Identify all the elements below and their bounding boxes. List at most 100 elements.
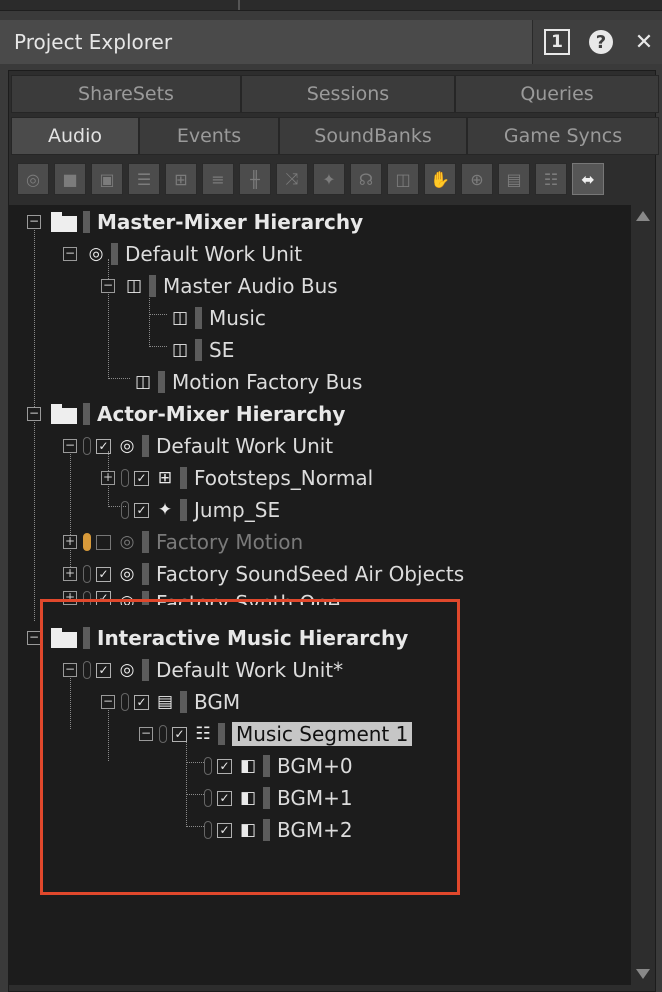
sequence-container-icon[interactable]: ≡ <box>202 163 234 195</box>
include-checkbox[interactable]: ✓ <box>134 470 149 486</box>
tree-label: Default Work Unit <box>156 434 334 458</box>
tree-label: Default Work Unit <box>125 242 303 266</box>
color-bar <box>180 499 187 521</box>
top-strip-divider <box>238 0 240 10</box>
link-icon <box>83 565 91 583</box>
scroll-up-arrow-icon[interactable] <box>636 211 650 221</box>
title-bar: Project Explorer 1 ? ✕ <box>0 20 662 64</box>
bus-icon[interactable]: ◫ <box>387 163 419 195</box>
tree-row-factory-soundseed[interactable]: + ✓ ◎ Factory SoundSeed Air Objects <box>63 559 464 589</box>
link-icon <box>121 469 129 487</box>
tree-row-se[interactable]: ◫ SE <box>167 335 234 365</box>
color-bar <box>142 435 149 457</box>
create-toolbar: ◎ ■ ▣ ☰ ⊞ ≡ ╫ ⤨ ✦ ☊ ◫ ✋ ⊕ ▤ ☷ ⬌ <box>17 163 629 197</box>
switch-container-icon[interactable]: ☰ <box>128 163 160 195</box>
include-checkbox[interactable]: ✓ <box>134 502 149 518</box>
vertical-scrollbar[interactable] <box>633 205 653 985</box>
color-bar <box>195 339 202 361</box>
tab-audio[interactable]: Audio <box>11 117 139 155</box>
bus-icon: ◫ <box>134 372 152 392</box>
tab-events[interactable]: Events <box>139 117 279 155</box>
tree-guide <box>149 314 167 315</box>
random-container-icon: ⊞ <box>157 468 173 488</box>
link-icon <box>83 533 91 551</box>
shuffle-icon[interactable]: ⤨ <box>276 163 308 195</box>
music-switch-icon[interactable]: ⊕ <box>461 163 493 195</box>
work-unit-icon: ◎ <box>119 564 135 584</box>
tree-label: SE <box>209 338 235 362</box>
panel-title-tab[interactable]: Project Explorer <box>0 20 533 64</box>
pin-number-icon: 1 <box>544 29 570 55</box>
color-bar <box>180 467 187 489</box>
tab-game-syncs[interactable]: Game Syncs <box>467 117 659 155</box>
tree-label: Factory Motion <box>156 530 304 554</box>
highlight-box <box>40 599 460 895</box>
collapse-toggle[interactable]: − <box>101 279 115 293</box>
tree-row-mm-default-work-unit[interactable]: − ◎ Default Work Unit <box>63 239 302 269</box>
tab-queries[interactable]: Queries <box>455 75 659 113</box>
tree-guide <box>149 346 167 347</box>
tree-row-motion-factory-bus[interactable]: ◫ Motion Factory Bus <box>130 367 362 397</box>
blend-container-icon[interactable]: ╫ <box>239 163 271 195</box>
tree-label: Music <box>209 306 266 330</box>
link-icon <box>121 501 129 519</box>
collapse-toggle[interactable]: − <box>27 631 41 645</box>
collapse-toggle[interactable]: − <box>63 247 77 261</box>
collapse-toggle[interactable]: − <box>27 215 41 229</box>
tree-row-factory-motion[interactable]: + ◎ Factory Motion <box>63 527 303 557</box>
scroll-down-arrow-icon[interactable] <box>636 969 650 979</box>
work-unit-icon: ◎ <box>119 436 135 456</box>
tree-row-footsteps-normal[interactable]: + ✓ ⊞ Footsteps_Normal <box>101 463 373 493</box>
close-icon: ✕ <box>634 29 654 55</box>
folder-icon <box>51 212 77 232</box>
collapse-toggle[interactable]: − <box>27 407 41 421</box>
tree-label: Motion Factory Bus <box>172 370 363 394</box>
tab-soundbanks[interactable]: SoundBanks <box>279 117 467 155</box>
work-unit-icon[interactable]: ◎ <box>17 163 49 195</box>
folder-icon <box>51 404 77 424</box>
tree-row-actor-mixer[interactable]: − Actor-Mixer Hierarchy <box>27 399 345 429</box>
tree-row-master-mixer[interactable]: − Master-Mixer Hierarchy <box>27 207 363 237</box>
tab-sharesets[interactable]: ShareSets <box>11 75 241 113</box>
virtual-folder-icon[interactable]: ▣ <box>91 163 123 195</box>
expand-toggle[interactable]: + <box>101 471 115 485</box>
random-container-icon[interactable]: ⊞ <box>165 163 197 195</box>
music-track-icon[interactable]: ⬌ <box>572 163 604 195</box>
music-segment-icon[interactable]: ☷ <box>535 163 567 195</box>
color-bar <box>83 211 90 233</box>
pin-number-button[interactable]: 1 <box>543 28 571 56</box>
sound-sfx-icon[interactable]: ✦ <box>313 163 345 195</box>
tree-row-jump-se[interactable]: ✓ ✦ Jump_SE <box>121 495 280 525</box>
tree-label: Actor-Mixer Hierarchy <box>97 402 346 426</box>
include-checkbox[interactable] <box>96 534 111 550</box>
tree-row-music[interactable]: ◫ Music <box>167 303 266 333</box>
tree-row-am-default-work-unit[interactable]: − ✓ ◎ Default Work Unit <box>63 431 333 461</box>
tree-label: Master Audio Bus <box>163 274 338 298</box>
tab-sessions[interactable]: Sessions <box>241 75 455 113</box>
close-button[interactable]: ✕ <box>630 28 658 56</box>
sound-sfx-icon: ✦ <box>157 500 173 520</box>
bus-icon: ◫ <box>171 340 189 360</box>
color-bar <box>83 403 90 425</box>
tab-row-upper: ShareSets Sessions Queries <box>11 75 659 115</box>
include-checkbox[interactable]: ✓ <box>96 438 111 454</box>
folder-icon[interactable]: ■ <box>54 163 86 195</box>
color-bar <box>142 531 149 553</box>
link-icon <box>83 437 91 455</box>
collapse-toggle[interactable]: − <box>63 439 77 453</box>
bus-icon: ◫ <box>125 276 143 296</box>
music-playlist-icon[interactable]: ▤ <box>498 163 530 195</box>
voice-icon[interactable]: ☊ <box>350 163 382 195</box>
tree-label: Footsteps_Normal <box>194 466 374 490</box>
color-bar <box>195 307 202 329</box>
color-bar <box>149 275 156 297</box>
help-button[interactable]: ? <box>586 28 616 56</box>
tree-row-master-audio-bus[interactable]: − ◫ Master Audio Bus <box>101 271 338 301</box>
work-unit-icon: ◎ <box>119 532 135 552</box>
hand-icon[interactable]: ✋ <box>424 163 456 195</box>
include-checkbox[interactable]: ✓ <box>96 566 111 582</box>
tree-label: Factory SoundSeed Air Objects <box>156 562 465 586</box>
help-icon: ? <box>589 30 613 54</box>
expand-toggle[interactable]: + <box>63 567 77 581</box>
expand-toggle[interactable]: + <box>63 535 77 549</box>
